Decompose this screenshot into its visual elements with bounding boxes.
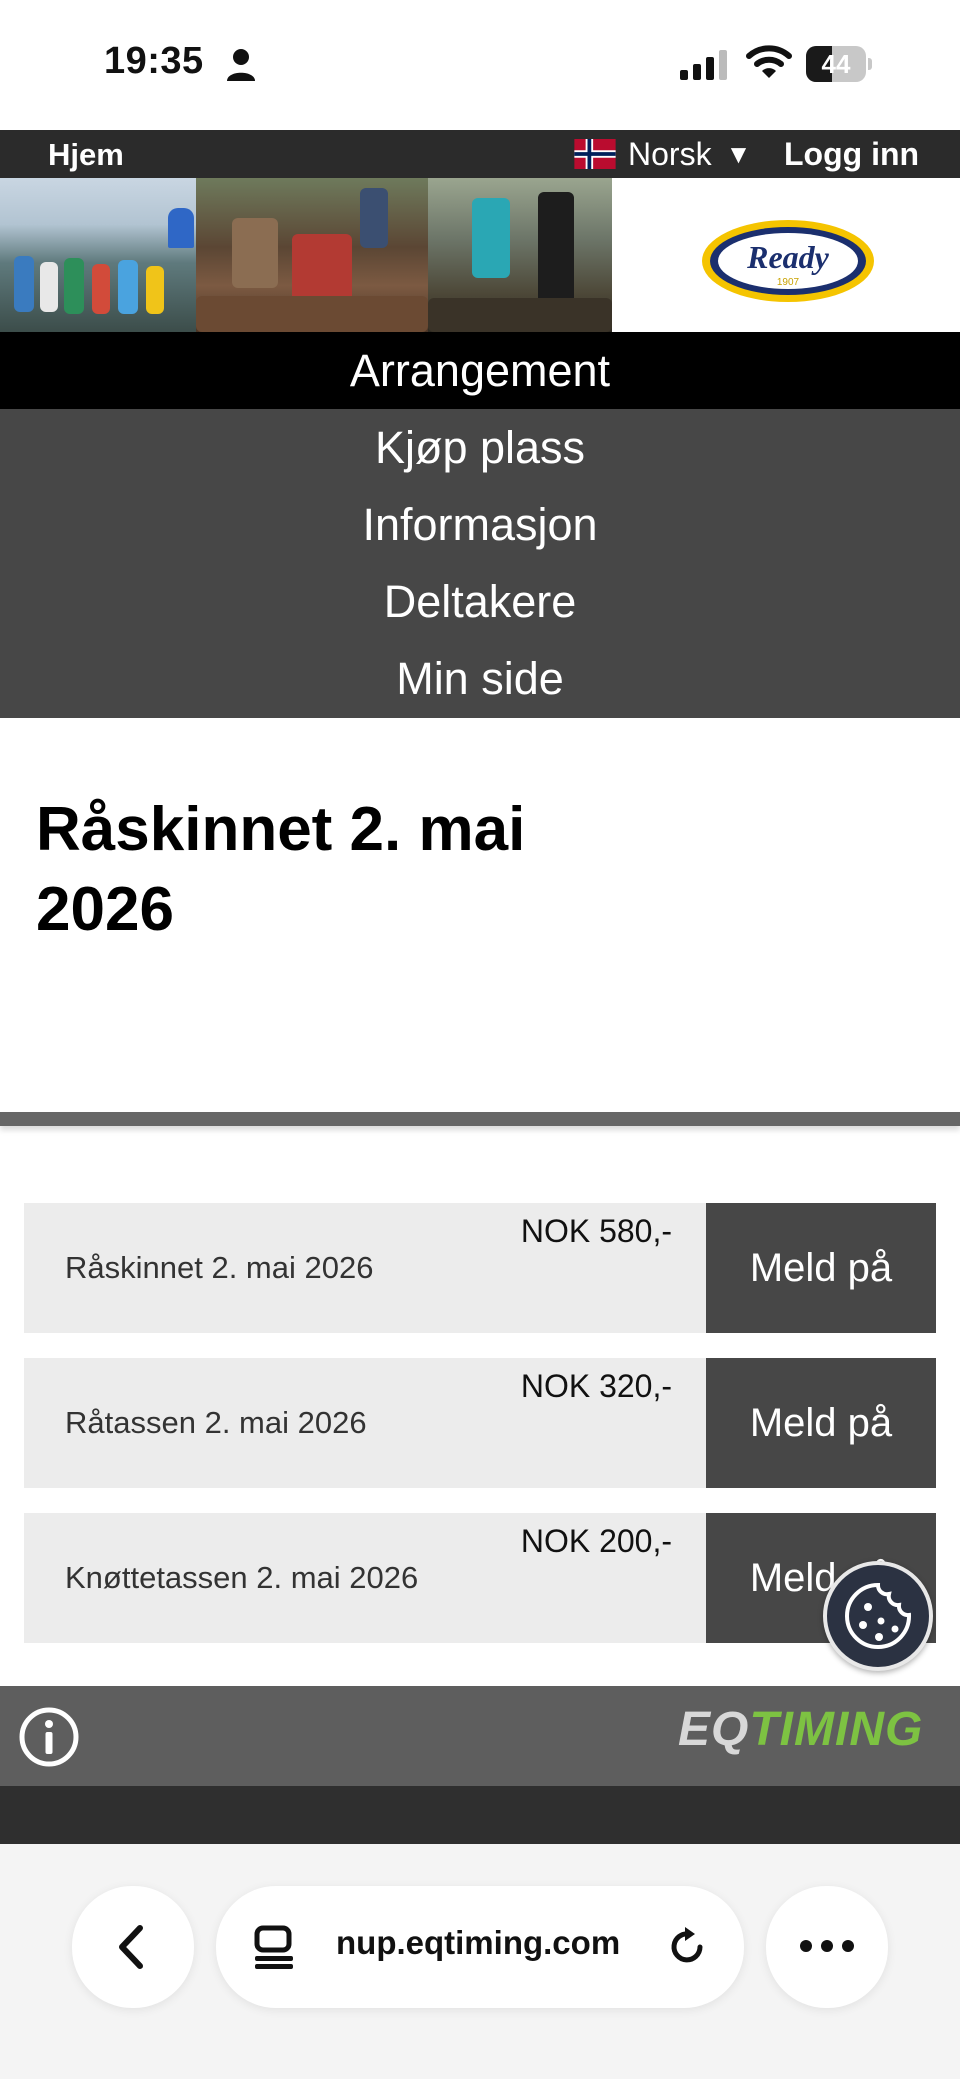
register-button[interactable]: Meld på xyxy=(706,1358,936,1488)
eqtiming-logo-timing: TIMING xyxy=(749,1703,924,1756)
race-name: Knøttetassen 2. mai 2026 xyxy=(65,1560,419,1595)
back-button[interactable] xyxy=(72,1886,194,2008)
eqtiming-logo: EQTIMING xyxy=(678,1702,923,1757)
svg-text:Ready: Ready xyxy=(746,239,830,275)
cookie-icon xyxy=(845,1582,912,1649)
menu-item-informasjon[interactable]: Informasjon xyxy=(0,486,960,563)
menu-item-kjop-plass[interactable]: Kjøp plass xyxy=(0,409,960,486)
more-button[interactable] xyxy=(766,1886,888,2008)
race-name: Råskinnet 2. mai 2026 xyxy=(65,1250,374,1285)
top-nav: Hjem Norsk ▼ Logg inn xyxy=(0,130,960,178)
race-row: Råtassen 2. mai 2026 NOK 320,- Meld på xyxy=(24,1358,936,1488)
browser-toolbar: nup.eqtiming.com xyxy=(0,1844,960,2079)
menu-item-arrangement[interactable]: Arrangement xyxy=(0,332,960,409)
main-menu: Arrangement Kjøp plass Informasjon Delta… xyxy=(0,332,960,718)
race-row: Råskinnet 2. mai 2026 NOK 580,- Meld på xyxy=(24,1203,936,1333)
language-selector[interactable]: Norsk ▼ xyxy=(574,135,751,173)
banner-photo-mud xyxy=(196,178,428,332)
register-button[interactable]: Meld på xyxy=(706,1203,936,1333)
cookie-settings-button[interactable] xyxy=(823,1561,933,1671)
info-icon[interactable] xyxy=(18,1706,80,1768)
reload-icon[interactable] xyxy=(664,1924,710,1970)
race-row: Knøttetassen 2. mai 2026 NOK 200,- Meld … xyxy=(24,1513,936,1643)
signal-icon xyxy=(680,50,727,80)
person-icon xyxy=(227,49,255,81)
footer-bottom-bar xyxy=(0,1786,960,1844)
url-text: nup.eqtiming.com xyxy=(336,1924,621,1961)
banner-photos xyxy=(0,178,612,332)
race-price: NOK 580,- xyxy=(520,1213,672,1249)
battery-indicator: 44 xyxy=(806,46,872,82)
language-label: Norsk xyxy=(628,135,712,172)
section-divider xyxy=(0,1112,960,1126)
status-bar: 19:35 44 xyxy=(0,0,960,130)
page-title: Råskinnet 2. mai 2026 xyxy=(36,795,526,944)
menu-item-min-side[interactable]: Min side xyxy=(0,640,960,717)
eqtiming-logo-eq: EQ xyxy=(678,1703,750,1756)
race-price: NOK 200,- xyxy=(520,1523,672,1559)
banner-photo-kids xyxy=(428,178,612,332)
svg-text:1907: 1907 xyxy=(777,277,800,288)
footer: EQTIMING xyxy=(0,1686,960,1786)
tabs-icon xyxy=(254,1925,293,1969)
menu-item-deltakere[interactable]: Deltakere xyxy=(0,563,960,640)
race-name: Råtassen 2. mai 2026 xyxy=(65,1405,367,1440)
race-price: NOK 320,- xyxy=(520,1368,672,1404)
wifi-icon xyxy=(746,45,792,78)
home-link[interactable]: Hjem xyxy=(48,137,124,173)
norway-flag-icon xyxy=(574,139,616,169)
caret-down-icon: ▼ xyxy=(725,138,752,169)
battery-level: 44 xyxy=(821,49,851,79)
status-time: 19:35 xyxy=(104,40,204,82)
address-bar[interactable]: nup.eqtiming.com xyxy=(216,1886,744,2008)
login-link[interactable]: Logg inn xyxy=(784,136,919,173)
chevron-left-icon xyxy=(119,1925,143,1969)
ready-logo: Ready 1907 xyxy=(702,220,874,302)
header-banner: Ready 1907 xyxy=(0,178,960,332)
more-dots-icon xyxy=(800,1940,854,1952)
banner-photo-start xyxy=(0,178,196,332)
